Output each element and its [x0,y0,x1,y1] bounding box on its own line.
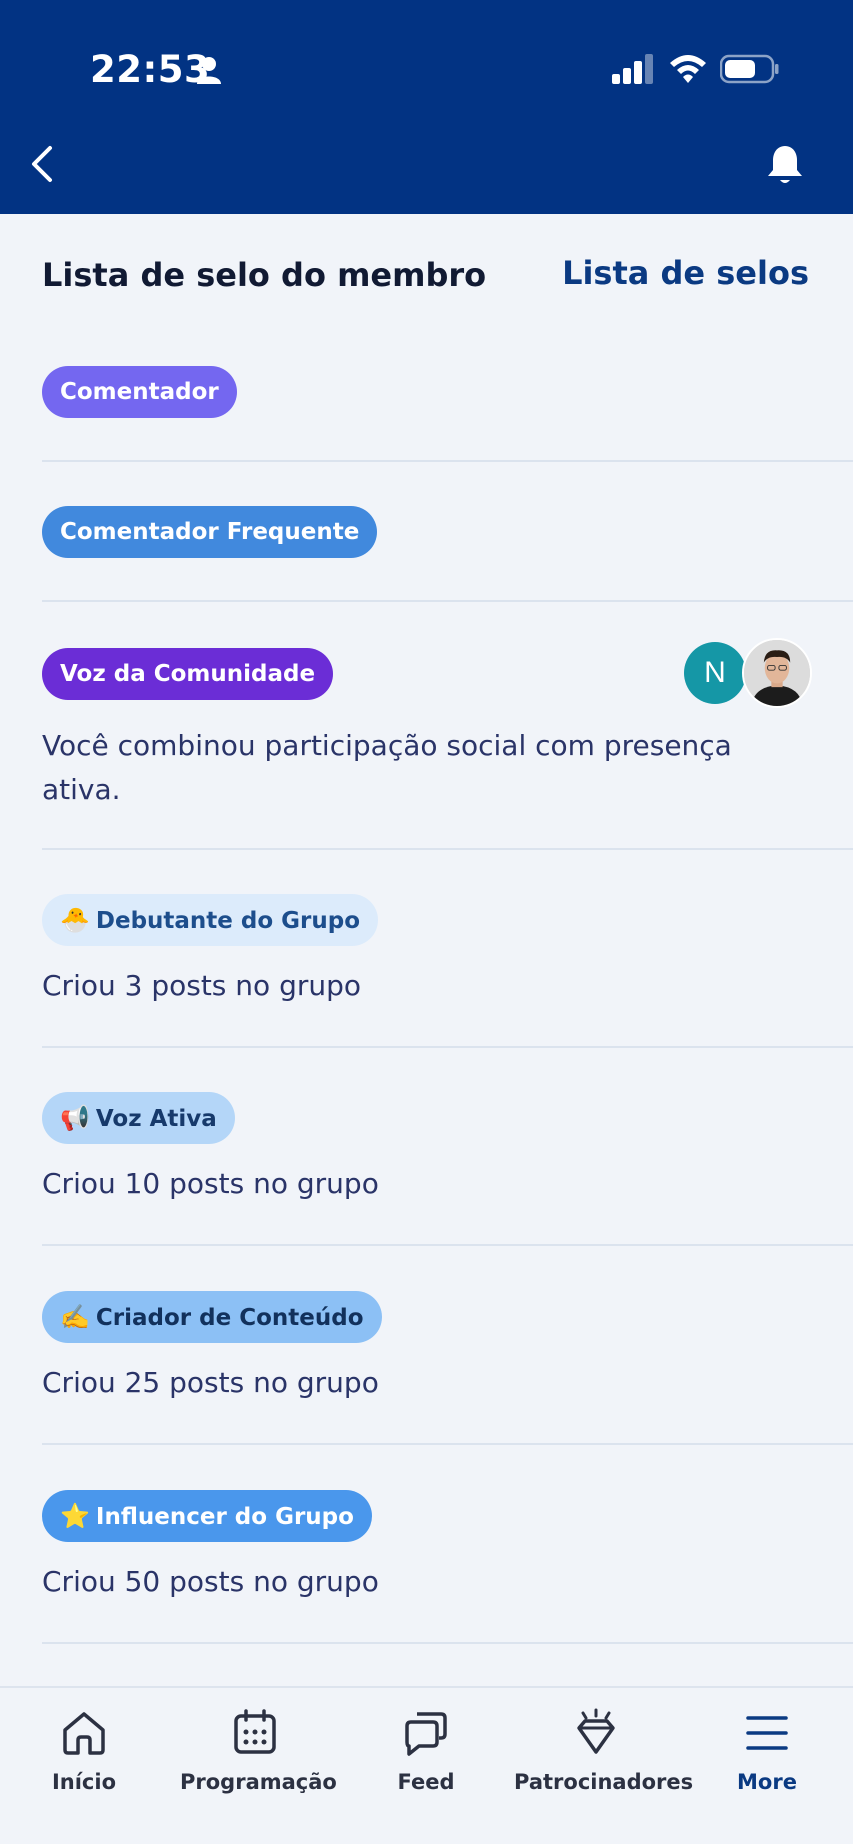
nav-item-inicio[interactable]: Início [34,1708,134,1794]
diamond-icon [577,1708,615,1754]
cellular-signal-icon [612,54,653,84]
badge-item-criador-de-conteudo[interactable]: ✍️ Criador de Conteúdo Criou 25 posts no … [42,1291,853,1445]
badge-label: Influencer do Grupo [95,1504,354,1530]
badge-description: Criou 50 posts no grupo [42,1565,379,1598]
title-row: Lista de selo do membro Lista de selos [0,246,853,306]
app-header: 22:53 [0,0,853,214]
bell-icon[interactable] [766,144,804,188]
hatching-chick-icon: 🐣 [60,906,90,934]
nav-label: More [737,1770,797,1794]
nav-label: Programação [180,1770,337,1794]
nav-label: Feed [397,1770,455,1794]
badge-influencer-do-grupo: ⭐ Influencer do Grupo [42,1490,372,1542]
person-photo-icon [744,640,810,706]
nav-item-patrocinadores[interactable]: Patrocinadores [514,1708,694,1794]
badge-item-voz-da-comunidade[interactable]: Voz da Comunidade N Você combinou partic… [42,638,853,850]
badge-voz-ativa: 📢 Voz Ativa [42,1092,235,1144]
badge-label: Comentador Frequente [60,519,360,545]
badge-voz-da-comunidade: Voz da Comunidade [42,648,334,700]
badge-comentador-frequente: Comentador Frequente [42,506,378,558]
badge-comentador: Comentador [42,366,237,418]
badge-item-comentador[interactable]: Comentador [42,366,853,462]
badge-description: Criou 3 posts no grupo [42,969,362,1002]
home-icon [63,1712,105,1755]
nav-item-feed[interactable]: Feed [376,1708,476,1794]
nav-label: Início [51,1770,117,1794]
badge-list-link[interactable]: Lista de selos [562,254,809,292]
nav-item-more[interactable]: More [717,1708,817,1794]
chevron-left-icon[interactable] [28,144,56,184]
badge-item-comentador-frequente[interactable]: Comentador Frequente [42,506,853,602]
avatar-photo[interactable] [742,638,812,708]
badge-label: Criador de Conteúdo [95,1305,364,1331]
badge-label: Debutante do Grupo [95,908,361,934]
avatar[interactable]: N [684,642,746,704]
badge-description: Você combinou participação social com pr… [42,729,732,806]
badge-item-debutante-do-grupo[interactable]: 🐣 Debutante do Grupo Criou 3 posts no gru… [42,894,853,1048]
bottom-nav: Início Programação Feed Patrocinadores M… [0,1686,853,1844]
badge-label: Voz Ativa [95,1106,217,1132]
status-time: 22:53 [90,48,211,91]
badge-criador-de-conteudo: ✍️ Criador de Conteúdo [42,1291,382,1343]
wifi-icon [670,55,706,83]
megaphone-icon: 📢 [60,1104,90,1132]
writing-hand-icon: ✍️ [60,1303,90,1331]
badge-item-influencer-do-grupo[interactable]: ⭐ Influencer do Grupo Criou 50 posts no g… [42,1490,853,1644]
badge-label: Comentador [60,379,219,405]
menu-icon [746,1716,788,1750]
chat-icon [405,1712,447,1756]
badge-debutante-do-grupo: 🐣 Debutante do Grupo [42,894,379,946]
badge-label: Voz da Comunidade [60,661,316,687]
battery-icon [720,54,779,84]
page-title: Lista de selo do membro [42,256,487,294]
badge-description: Criou 10 posts no grupo [42,1167,379,1200]
calendar-icon [234,1709,276,1754]
person-icon [197,57,221,84]
nav-label: Patrocinadores [514,1770,694,1794]
nav-item-programacao[interactable]: Programação [180,1708,337,1794]
badge-description: Criou 25 posts no grupo [42,1366,379,1399]
badge-item-voz-ativa[interactable]: 📢 Voz Ativa Criou 10 posts no grupo [42,1092,853,1246]
star-icon: ⭐ [60,1502,90,1530]
